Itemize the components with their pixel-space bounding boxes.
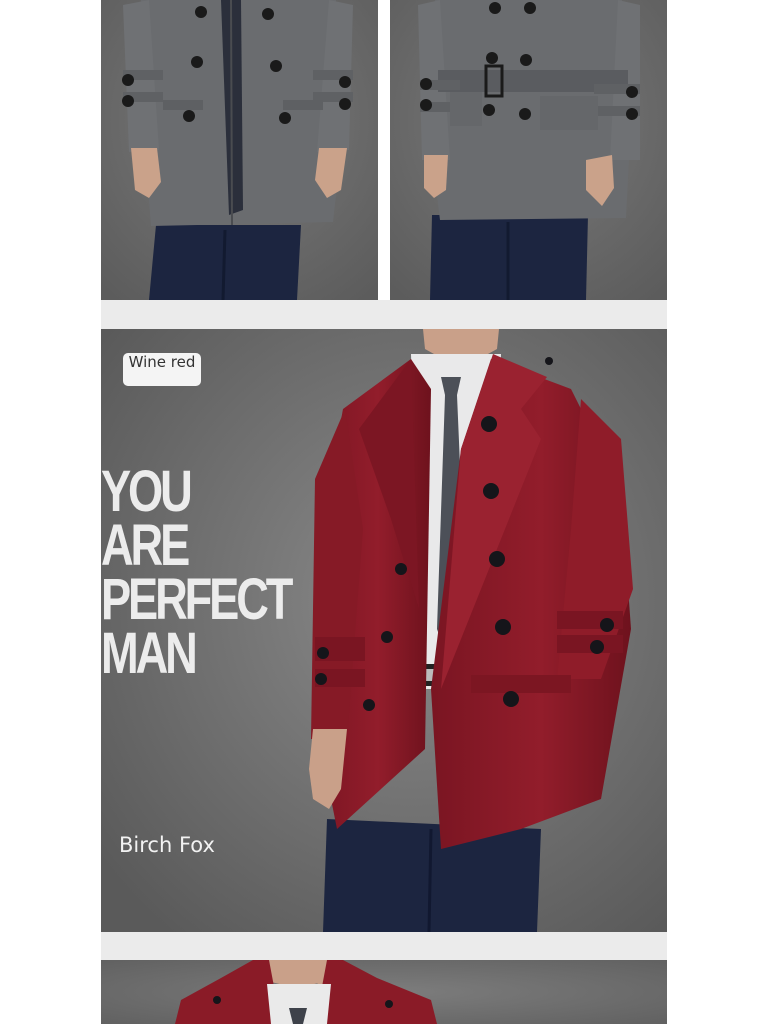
wine-red-coat-photo-cropped [101, 960, 667, 1024]
slogan-line: PERFECT [101, 567, 293, 632]
color-label-badge: Wine red [123, 353, 201, 386]
divider-strip-upper [101, 300, 667, 329]
wine-red-coat-photo: Wine red YOU ARE PERFECT MAN Birch Fox [101, 329, 667, 932]
grey-coat-belted-photo [390, 0, 667, 300]
grey-coat-front-photo [101, 0, 378, 300]
slogan-line: MAN [101, 621, 198, 686]
slogan-text: YOU ARE PERFECT MAN [101, 459, 293, 686]
brand-name: Birch Fox [119, 833, 215, 857]
slogan-line: ARE [101, 513, 190, 578]
slogan-line: YOU [101, 459, 193, 524]
divider-strip-lower [101, 932, 667, 960]
